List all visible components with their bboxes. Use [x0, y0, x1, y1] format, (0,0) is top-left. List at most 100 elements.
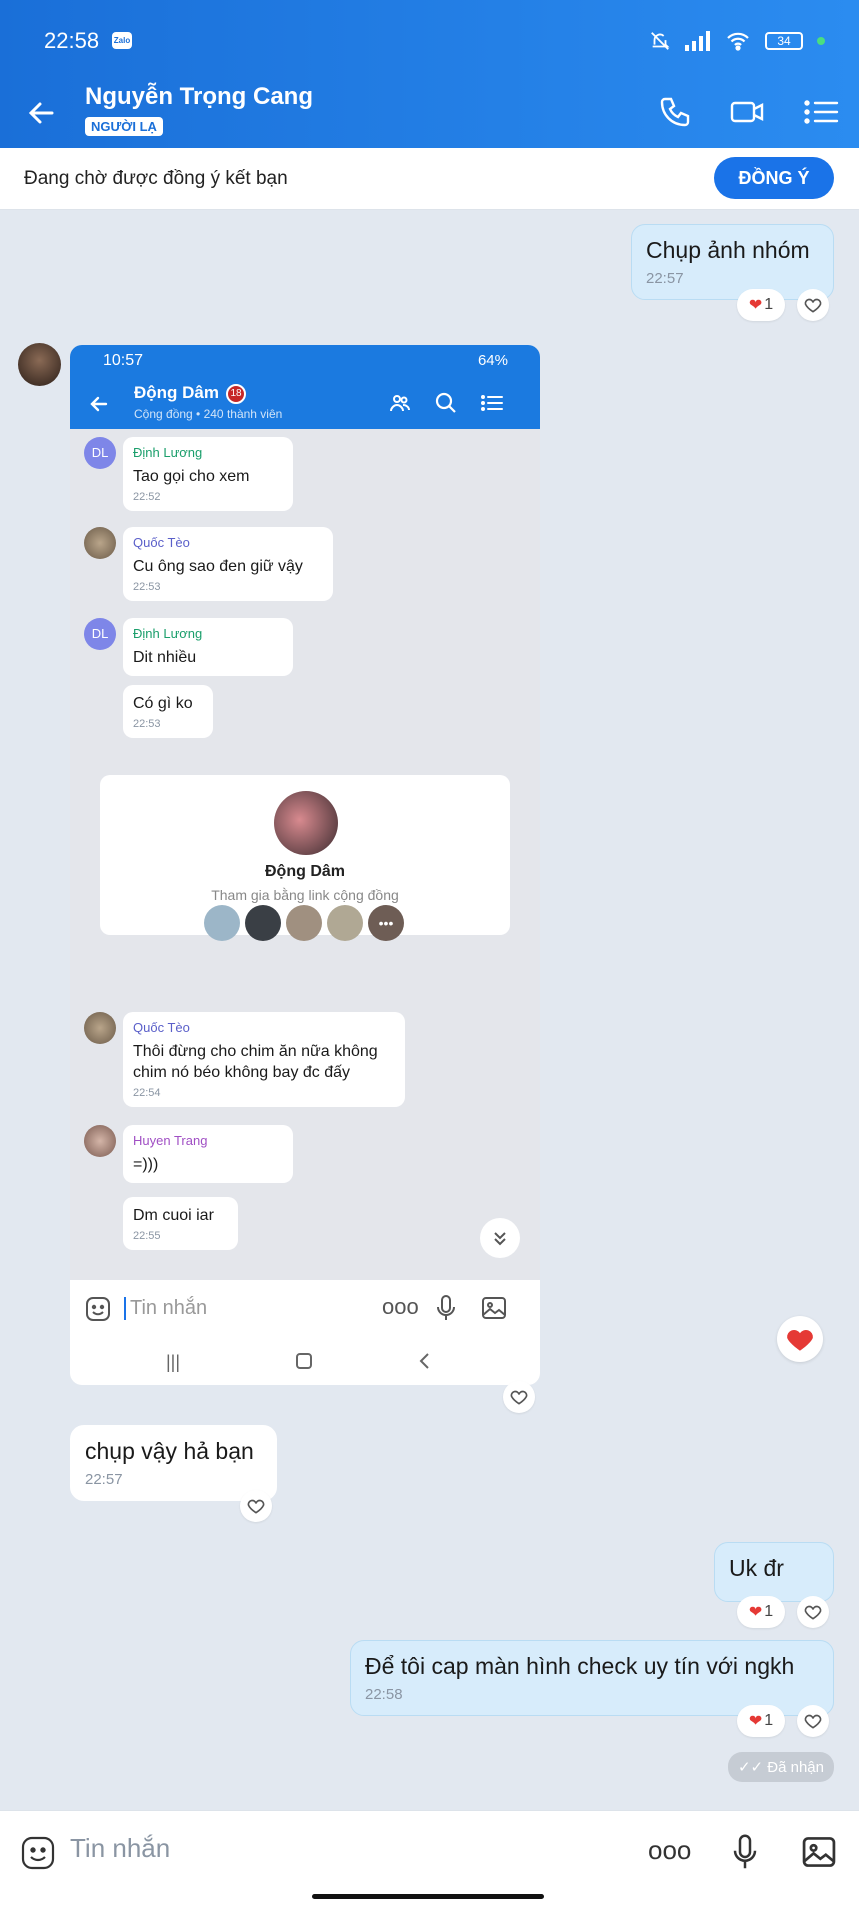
- home-indicator[interactable]: [312, 1894, 544, 1899]
- contact-name[interactable]: Nguyễn Trọng Cang: [85, 83, 313, 111]
- community-name: Động Dâm: [265, 863, 345, 880]
- image-icon: [482, 1297, 506, 1319]
- microphone-icon[interactable]: [730, 1833, 760, 1871]
- heart-outline-icon: [804, 1605, 822, 1620]
- screenshot-message: Quốc Tèo Cu ông sao đen giữ vậy 22:53: [123, 527, 333, 601]
- message-text: =))): [133, 1156, 159, 1173]
- screenshot-input-placeholder: Tin nhắn: [124, 1297, 207, 1320]
- age-18-icon: 18: [226, 384, 246, 404]
- avatar: [84, 1012, 116, 1044]
- signal-icon: [685, 31, 710, 51]
- friend-request-bar: Đang chờ được đồng ý kết bạn ĐỒNG Ý: [0, 148, 859, 210]
- privacy-dot: [817, 37, 825, 45]
- message-bubble[interactable]: Chụp ảnh nhóm 22:57: [631, 224, 834, 300]
- message-time: 22:55: [133, 1230, 161, 1242]
- avatar: [84, 1125, 116, 1157]
- status-time: 22:58: [44, 28, 100, 53]
- heart-reaction-icon: ❤: [748, 1604, 763, 1621]
- accept-button[interactable]: ĐỒNG Ý: [714, 157, 834, 199]
- nav-home-icon: [296, 1353, 312, 1369]
- add-reaction-heart[interactable]: [797, 1705, 829, 1737]
- heart-outline-icon: [510, 1390, 528, 1405]
- message-time: 22:57: [646, 270, 684, 287]
- screenshot-group-name: Động Dâm: [134, 383, 219, 402]
- quick-heart-reaction[interactable]: [777, 1316, 823, 1362]
- screenshot-group-sub: Cộng đồng • 240 thành viên: [134, 407, 283, 421]
- message-text: Có gì ko: [133, 695, 193, 712]
- add-reaction-heart[interactable]: [797, 1596, 829, 1628]
- avatar-initials: DL: [84, 618, 116, 650]
- avatar-initials: DL: [84, 437, 116, 469]
- scroll-down-button: [480, 1218, 520, 1258]
- add-member-icon: [390, 395, 410, 412]
- member-avatar: [245, 905, 281, 941]
- community-desc: Tham gia bằng link cộng đồng: [211, 887, 399, 903]
- back-arrow-icon[interactable]: [22, 93, 62, 133]
- screenshot-menu-icon: [481, 395, 503, 411]
- sender-name: Huyen Trang: [133, 1133, 208, 1148]
- message-text: Cu ông sao đen giữ vậy: [133, 558, 303, 575]
- nav-recents-icon: |||: [166, 1352, 181, 1372]
- message-bubble[interactable]: chụp vậy hả bạn 22:57: [70, 1425, 277, 1501]
- message-time: 22:53: [133, 718, 161, 730]
- chat-header: Nguyễn Trọng Cang NGƯỜI LẠ: [0, 75, 859, 148]
- screenshot-message: Huyen Trang =))): [123, 1125, 293, 1183]
- sticker-icon[interactable]: [20, 1835, 56, 1871]
- add-reaction-heart[interactable]: [240, 1490, 272, 1522]
- system-icons: 34: [649, 30, 825, 52]
- message-text: Tao gọi cho xem: [133, 468, 250, 485]
- mute-icon: [651, 32, 670, 50]
- reaction-count[interactable]: ❤ 1: [737, 1705, 785, 1737]
- member-avatar: [286, 905, 322, 941]
- message-text: Dit nhiều: [133, 649, 197, 666]
- screenshot-message: Có gì ko 22:53: [123, 685, 213, 738]
- screenshot-battery: 64%: [477, 352, 508, 369]
- red-heart-icon: [787, 1329, 813, 1351]
- member-avatar: [204, 905, 240, 941]
- screenshot-message: Dm cuoi iar 22:55: [123, 1197, 238, 1250]
- heart-outline-icon: [804, 1714, 822, 1729]
- message-time: 22:58: [365, 1686, 403, 1703]
- video-call-icon[interactable]: [728, 93, 766, 131]
- sender-avatar[interactable]: [18, 343, 61, 386]
- message-input[interactable]: Tin nhắn: [70, 1833, 170, 1864]
- heart-reaction-icon: ❤: [748, 297, 763, 314]
- phone-icon[interactable]: [656, 93, 694, 131]
- screenshot-header: Động Dâm 18 Cộng đồng • 240 thành viên: [70, 377, 540, 429]
- reaction-count[interactable]: ❤ 1: [737, 1596, 785, 1628]
- double-check-icon: ✓✓: [737, 1759, 764, 1776]
- reaction-count[interactable]: ❤ 1: [737, 289, 785, 321]
- member-avatars: •••: [204, 905, 404, 941]
- screenshot-status-bar: 10:57 64%: [70, 345, 540, 377]
- microphone-icon: [437, 1295, 455, 1320]
- add-reaction-heart[interactable]: [797, 289, 829, 321]
- sticker-icon: [86, 1297, 110, 1321]
- heart-outline-icon: [804, 298, 822, 313]
- message-bubble[interactable]: Uk đr: [714, 1542, 834, 1602]
- more-options-icon[interactable]: ooo: [648, 1835, 691, 1866]
- friend-request-text: Đang chờ được đồng ý kết bạn: [24, 168, 288, 189]
- message-text: Thôi đừng cho chim ăn nữa không chim nó …: [133, 1043, 378, 1081]
- message-text: Uk đr: [729, 1555, 784, 1581]
- community-card: Động Dâm Tham gia bằng link cộng đồng ••…: [100, 775, 510, 941]
- sender-name: Định Lương: [133, 445, 203, 460]
- screenshot-back-icon: [90, 396, 108, 412]
- zalo-notification-icon: Zalo: [112, 32, 132, 49]
- message-time: 22:53: [133, 581, 161, 593]
- screenshot-message: Định Lương Dit nhiều: [123, 618, 293, 676]
- battery-icon: 34: [765, 32, 803, 50]
- delivery-status-badge: ✓✓ Đã nhận: [727, 1752, 834, 1782]
- add-reaction-heart[interactable]: [503, 1381, 535, 1413]
- member-avatar: [327, 905, 363, 941]
- menu-list-icon[interactable]: [802, 93, 840, 131]
- image-picker-icon[interactable]: [800, 1833, 838, 1871]
- screenshot-image-message[interactable]: 10:57 64% Động Dâm 18 Cộng đồng • 240 th…: [70, 345, 540, 1385]
- community-avatar: [274, 791, 338, 855]
- more-members-icon: •••: [368, 905, 404, 941]
- message-text: Chụp ảnh nhóm: [646, 237, 810, 263]
- sender-name: Quốc Tèo: [133, 535, 190, 550]
- wifi-icon: [727, 32, 749, 51]
- screenshot-message: Định Lương Tao gọi cho xem 22:52: [123, 437, 293, 511]
- message-text: Dm cuoi iar: [133, 1207, 214, 1224]
- message-text: chụp vậy hả bạn: [85, 1438, 254, 1464]
